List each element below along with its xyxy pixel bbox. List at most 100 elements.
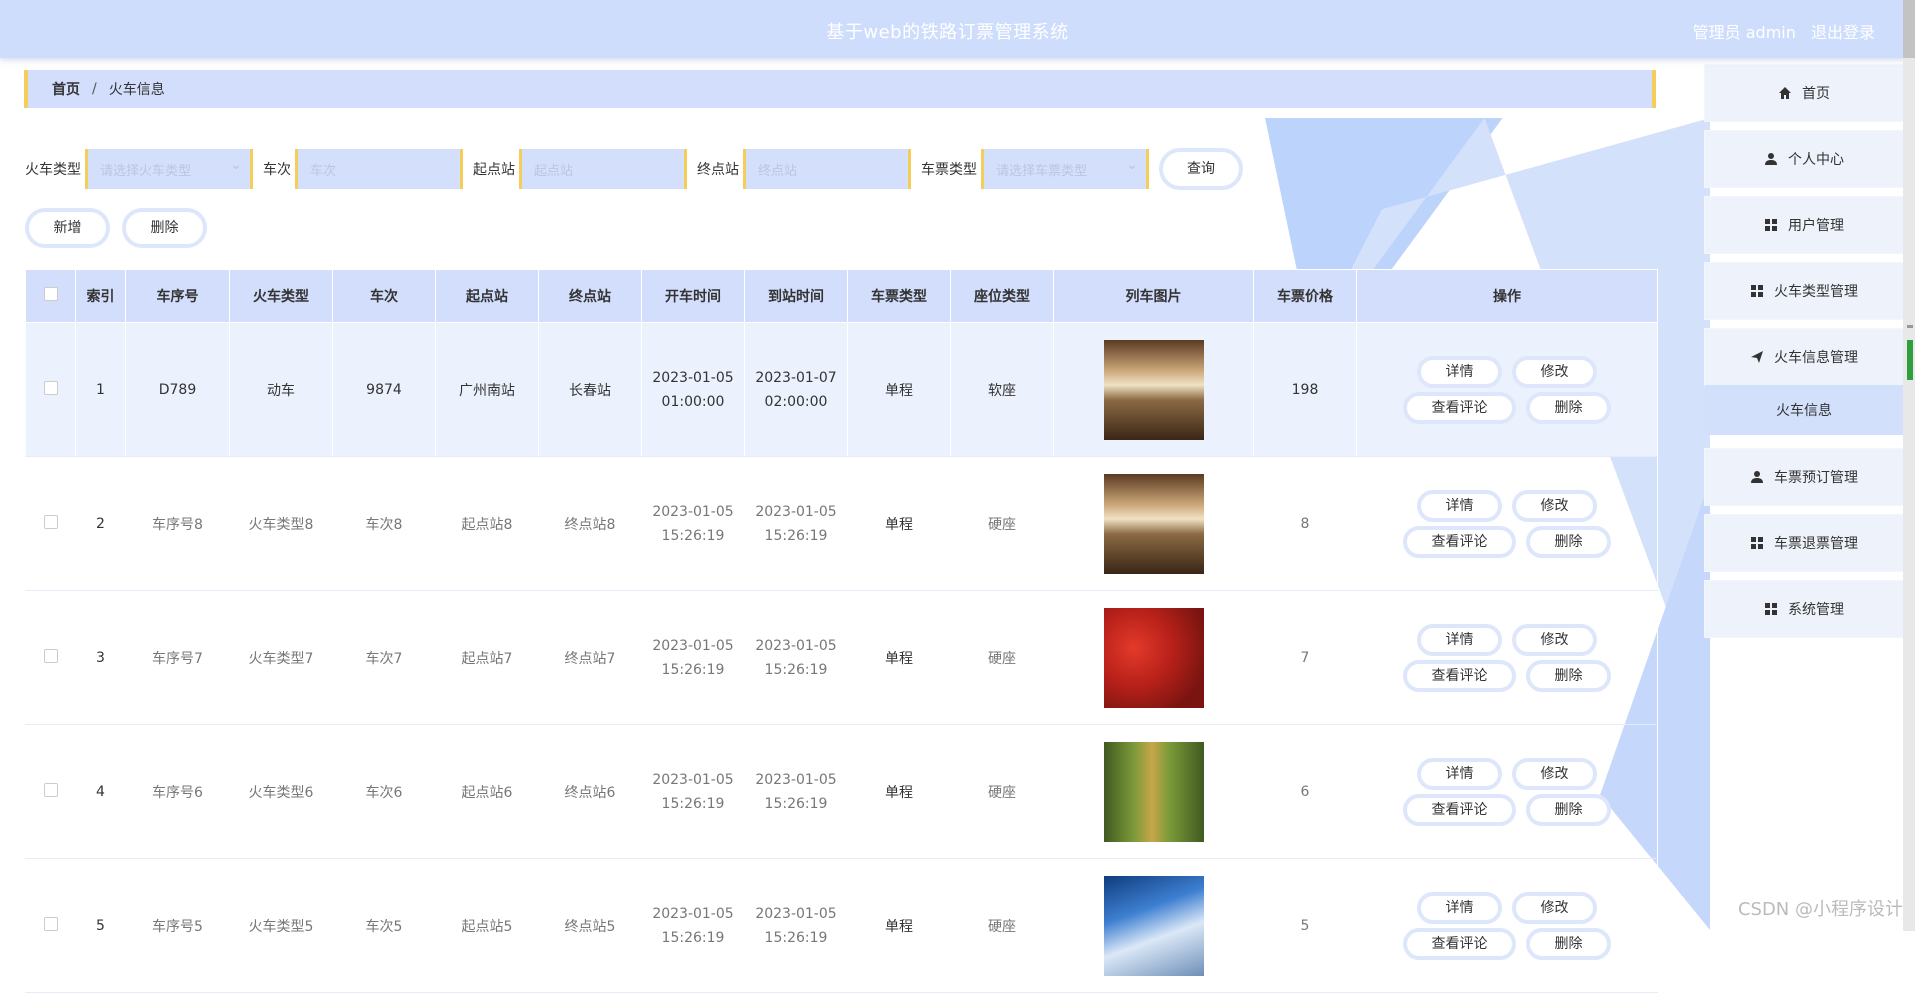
table-row[interactable]: 4 车序号6 火车类型6 车次6 起点站6 终点站6 2023-01-05 15:26:19 2… xyxy=(25,724,1658,859)
arrive-date: 2023-01-05 xyxy=(755,905,837,922)
sidebar-item[interactable]: 车票退票管理 xyxy=(1705,515,1903,571)
cell-start-station: 起点站5 xyxy=(435,858,539,993)
table-row[interactable]: 5 车序号5 火车类型5 车次5 起点站5 终点站5 2023-01-05 15:26:19 2… xyxy=(25,858,1658,993)
top-header: 基于web的铁路订票管理系统 管理员 admin 退出登录 xyxy=(0,0,1915,58)
cell-operations: 详情 修改 查看评论 删除 xyxy=(1356,724,1658,859)
detail-button[interactable]: 详情 xyxy=(1417,355,1502,388)
edit-button[interactable]: 修改 xyxy=(1512,891,1597,924)
logout-link[interactable]: 退出登录 xyxy=(1811,23,1875,42)
cell-depart-time: 2023-01-05 01:00:00 xyxy=(641,322,745,457)
cell-end-station: 长春站 xyxy=(538,322,642,457)
ticket-type-label: 车票类型 xyxy=(921,162,977,178)
row-select-cell xyxy=(25,590,76,725)
cell-start-station: 起点站8 xyxy=(435,456,539,591)
cell-seat-type: 软座 xyxy=(950,322,1054,457)
table-row[interactable]: 3 车序号7 火车类型7 车次7 起点站7 终点站7 2023-01-05 15:26:19 2… xyxy=(25,590,1658,725)
scrollbar-thumb[interactable] xyxy=(1903,0,1915,58)
sidebar-item-label: 首页 xyxy=(1802,86,1830,102)
column-header: 座位类型 xyxy=(950,269,1054,323)
view-comments-button[interactable]: 查看评论 xyxy=(1403,391,1516,424)
cell-seat-type: 硬座 xyxy=(950,724,1054,859)
cell-serial: 车序号6 xyxy=(125,724,230,859)
row-checkbox[interactable] xyxy=(43,782,58,797)
column-header: 到站时间 xyxy=(744,269,848,323)
sidebar-item[interactable]: 个人中心 xyxy=(1705,131,1903,187)
sidebar-item[interactable]: 火车类型管理 xyxy=(1705,263,1903,319)
query-button[interactable]: 查询 xyxy=(1159,148,1243,190)
ticket-type-select[interactable]: 请选择车票类型 xyxy=(981,149,1149,189)
sidebar-item[interactable]: 首页 xyxy=(1705,65,1903,121)
train-image[interactable] xyxy=(1103,473,1204,574)
depart-date: 2023-01-05 xyxy=(652,771,734,788)
cell-arrive-time: 2023-01-05 15:26:19 xyxy=(744,858,848,993)
detail-button[interactable]: 详情 xyxy=(1417,891,1502,924)
select-all-checkbox[interactable] xyxy=(43,287,58,301)
breadcrumb-home[interactable]: 首页 xyxy=(52,79,80,99)
cell-end-station: 终点站6 xyxy=(538,724,642,859)
table-row[interactable]: 2 车序号8 火车类型8 车次8 起点站8 终点站8 2023-01-05 15:26:19 2… xyxy=(25,456,1658,591)
cell-start-station: 广州南站 xyxy=(435,322,539,457)
row-checkbox[interactable] xyxy=(43,380,58,395)
detail-button[interactable]: 详情 xyxy=(1417,623,1502,656)
end-station-input[interactable]: 终点站 xyxy=(743,149,911,189)
row-checkbox[interactable] xyxy=(43,648,58,663)
detail-button[interactable]: 详情 xyxy=(1417,489,1502,522)
cell-train-type: 火车类型6 xyxy=(229,724,333,859)
cell-seat-type: 硬座 xyxy=(950,456,1054,591)
sidebar-item[interactable]: 车票预订管理 xyxy=(1705,449,1903,505)
edit-button[interactable]: 修改 xyxy=(1512,623,1597,656)
view-comments-button[interactable]: 查看评论 xyxy=(1403,659,1516,692)
sidebar-item-label: 用户管理 xyxy=(1788,218,1844,234)
sidebar-subitem-train-info[interactable]: 火车信息 xyxy=(1705,385,1903,435)
table-row[interactable]: 1 D789 动车 9874 广州南站 长春站 2023-01-05 01:00:00 2023… xyxy=(25,322,1658,457)
train-type-select[interactable]: 请选择火车类型 xyxy=(85,149,253,189)
sidebar-item[interactable]: 火车信息管理 xyxy=(1705,329,1903,385)
row-checkbox[interactable] xyxy=(43,916,58,931)
add-button[interactable]: 新增 xyxy=(25,208,110,248)
train-image[interactable] xyxy=(1103,741,1204,842)
delete-row-button[interactable]: 删除 xyxy=(1526,525,1611,558)
start-station-input[interactable]: 起点站 xyxy=(519,149,687,189)
column-header: 车次 xyxy=(332,269,436,323)
column-header: 车票价格 xyxy=(1253,269,1357,323)
sidebar-item[interactable]: 用户管理 xyxy=(1705,197,1903,253)
view-comments-button[interactable]: 查看评论 xyxy=(1403,793,1516,826)
delete-row-button[interactable]: 删除 xyxy=(1526,391,1611,424)
delete-row-button[interactable]: 删除 xyxy=(1526,927,1611,960)
column-header: 火车类型 xyxy=(229,269,333,323)
sidebar-menu: 首页个人中心用户管理火车类型管理火车信息管理 火车信息车票预订管理车票退票管理 系统… xyxy=(1705,65,1903,647)
detail-button[interactable]: 详情 xyxy=(1417,757,1502,790)
scrollbar-marker xyxy=(1907,325,1913,328)
view-comments-button[interactable]: 查看评论 xyxy=(1403,927,1516,960)
train-type-label: 火车类型 xyxy=(25,162,81,178)
delete-row-button[interactable]: 删除 xyxy=(1526,793,1611,826)
sidebar-item-label: 车票预订管理 xyxy=(1774,470,1858,486)
train-image[interactable] xyxy=(1103,607,1204,708)
scrollbar-track[interactable] xyxy=(1903,58,1915,931)
train-image[interactable] xyxy=(1103,875,1204,976)
cell-depart-time: 2023-01-05 15:26:19 xyxy=(641,858,745,993)
view-comments-button[interactable]: 查看评论 xyxy=(1403,525,1516,558)
sidebar-item-label: 火车类型管理 xyxy=(1774,284,1858,300)
delete-row-button[interactable]: 删除 xyxy=(1526,659,1611,692)
delete-button[interactable]: 删除 xyxy=(122,208,207,248)
end-station-label: 终点站 xyxy=(697,162,739,178)
row-checkbox[interactable] xyxy=(43,514,58,529)
train-image[interactable] xyxy=(1103,339,1204,440)
train-no-input[interactable]: 车次 xyxy=(295,149,463,189)
depart-date: 2023-01-05 xyxy=(652,503,734,520)
grid-icon xyxy=(1750,284,1764,298)
user-area: 管理员 admin 退出登录 xyxy=(1683,19,1875,43)
breadcrumb-separator: / xyxy=(92,81,97,97)
edit-button[interactable]: 修改 xyxy=(1512,355,1597,388)
depart-clock: 15:26:19 xyxy=(661,527,725,544)
edit-button[interactable]: 修改 xyxy=(1512,757,1597,790)
edit-button[interactable]: 修改 xyxy=(1512,489,1597,522)
scrollbar-marker xyxy=(1907,340,1913,380)
cell-price: 7 xyxy=(1253,590,1357,725)
sidebar-item-label: 个人中心 xyxy=(1788,152,1844,168)
cell-train-image xyxy=(1053,456,1254,591)
cell-train-image xyxy=(1053,724,1254,859)
breadcrumb: 首页 / 火车信息 xyxy=(24,70,1656,108)
sidebar-item[interactable]: 系统管理 xyxy=(1705,581,1903,637)
